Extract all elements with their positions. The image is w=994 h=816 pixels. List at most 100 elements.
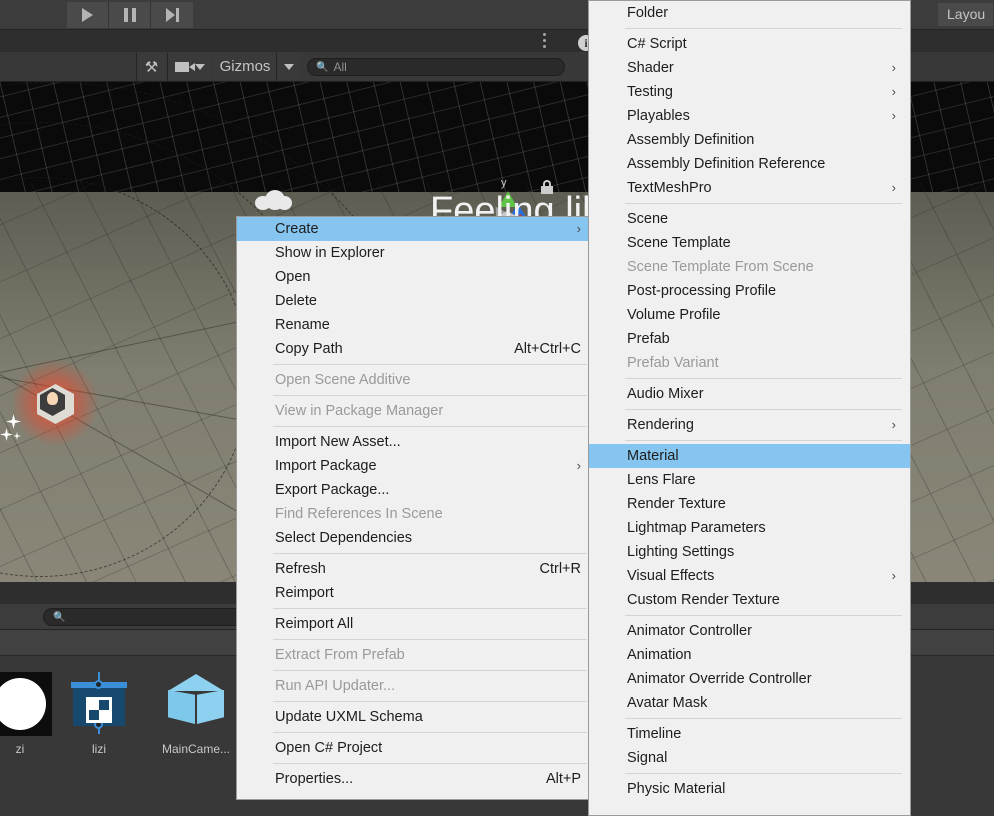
create-item-textmeshpro[interactable]: TextMeshPro › <box>589 176 910 200</box>
play-button[interactable] <box>67 2 109 28</box>
create-item-lighting-settings[interactable]: Lighting Settings <box>589 540 910 564</box>
list-item[interactable]: MainCame... <box>148 672 244 756</box>
create-item-playables[interactable]: Playables › <box>589 104 910 128</box>
menu-item-copy-path[interactable]: Copy Path Alt+Ctrl+C <box>237 337 595 361</box>
menu-item-delete[interactable]: Delete <box>237 289 595 313</box>
menu-item-reimport[interactable]: Reimport <box>237 581 595 605</box>
create-item-material[interactable]: Material <box>589 444 910 468</box>
chevron-down-icon <box>195 63 205 70</box>
create-item-assembly-definition[interactable]: Assembly Definition <box>589 128 910 152</box>
project-context-menu[interactable]: Create › Show in Explorer Open Delete Rename C… <box>236 216 596 800</box>
create-item-animation[interactable]: Animation <box>589 643 910 667</box>
create-item-post-processing-profile[interactable]: Post-processing Profile <box>589 279 910 303</box>
create-item-physic-material[interactable]: Physic Material <box>589 777 910 801</box>
create-item-audio-mixer[interactable]: Audio Mixer <box>589 382 910 406</box>
menu-item-create[interactable]: Create › <box>237 217 595 241</box>
chevron-right-icon: › <box>891 84 896 99</box>
create-item-visual-effects[interactable]: Visual Effects › <box>589 564 910 588</box>
menu-separator <box>273 670 587 671</box>
menu-item-import-package[interactable]: Import Package › <box>237 454 595 478</box>
menu-item-label: Post-processing Profile <box>627 283 777 299</box>
menu-item-show-in-explorer[interactable]: Show in Explorer <box>237 241 595 265</box>
create-item-render-texture[interactable]: Render Texture <box>589 492 910 516</box>
menu-item-label: Animator Controller <box>627 623 752 639</box>
menu-item-label: Scene Template From Scene <box>627 259 814 275</box>
menu-separator <box>625 773 902 774</box>
menu-item-label: Custom Render Texture <box>627 592 780 608</box>
create-item-prefab[interactable]: Prefab <box>589 327 910 351</box>
cloud-icon <box>255 190 293 212</box>
gizmos-button[interactable]: Gizmos <box>214 53 276 80</box>
menu-item-import-new-asset[interactable]: Import New Asset... <box>237 430 595 454</box>
menu-item-label: Open <box>275 269 311 285</box>
menu-item-label: Lens Flare <box>627 472 696 488</box>
create-item-scene-template[interactable]: Scene Template <box>589 231 910 255</box>
menu-item-label: Playables <box>627 108 690 124</box>
create-item-signal[interactable]: Signal <box>589 746 910 770</box>
search-icon: 🔍 <box>316 61 329 73</box>
create-item-c-script[interactable]: C# Script <box>589 32 910 56</box>
create-item-scene[interactable]: Scene <box>589 207 910 231</box>
menu-separator <box>273 732 587 733</box>
create-item-animator-controller[interactable]: Animator Controller <box>589 619 910 643</box>
menu-item-shortcut: Alt+P <box>545 771 581 787</box>
create-item-shader[interactable]: Shader › <box>589 56 910 80</box>
pause-icon <box>123 8 136 22</box>
menu-item-find-references-in-scene: Find References In Scene <box>237 502 595 526</box>
asset-label: lizi <box>92 742 106 756</box>
menu-item-export-package[interactable]: Export Package... <box>237 478 595 502</box>
menu-item-label: Assembly Definition Reference <box>627 156 826 172</box>
menu-item-label: Reimport All <box>275 616 354 632</box>
gizmos-dropdown-button[interactable] <box>277 53 301 80</box>
create-item-animator-override-controller[interactable]: Animator Override Controller <box>589 667 910 691</box>
layout-dropdown-button[interactable]: Layou <box>938 3 994 26</box>
create-item-rendering[interactable]: Rendering › <box>589 413 910 437</box>
create-submenu[interactable]: Folder C# Script Shader › Testing › Playables ›… <box>588 0 911 816</box>
menu-item-rename[interactable]: Rename <box>237 313 595 337</box>
scene-tools-button[interactable]: ⚒ <box>137 53 166 80</box>
menu-item-label: Shader <box>627 60 674 76</box>
menu-item-properties[interactable]: Properties... Alt+P <box>237 767 595 791</box>
menu-item-open[interactable]: Open <box>237 265 595 289</box>
menu-item-select-dependencies[interactable]: Select Dependencies <box>237 526 595 550</box>
create-item-testing[interactable]: Testing › <box>589 80 910 104</box>
create-item-lightmap-parameters[interactable]: Lightmap Parameters <box>589 516 910 540</box>
create-item-avatar-mask[interactable]: Avatar Mask <box>589 691 910 715</box>
chevron-right-icon: › <box>891 108 896 123</box>
pause-button[interactable] <box>109 2 151 28</box>
light-gizmo-icon[interactable] <box>10 360 100 446</box>
create-item-assembly-definition-reference[interactable]: Assembly Definition Reference <box>589 152 910 176</box>
menu-item-update-uxml-schema[interactable]: Update UXML Schema <box>237 705 595 729</box>
menu-item-label: Import New Asset... <box>275 434 401 450</box>
step-button[interactable] <box>151 2 193 28</box>
menu-item-label: Update UXML Schema <box>275 709 423 725</box>
create-item-custom-render-texture[interactable]: Custom Render Texture <box>589 588 910 612</box>
scene-search-input[interactable]: 🔍 All <box>307 58 565 76</box>
create-item-scene-template-from-scene: Scene Template From Scene <box>589 255 910 279</box>
menu-item-label: Create <box>275 221 319 237</box>
menu-separator <box>625 440 902 441</box>
menu-item-label: Timeline <box>627 726 682 742</box>
play-icon <box>82 8 93 22</box>
create-item-folder[interactable]: Folder <box>589 1 910 25</box>
menu-separator <box>625 718 902 719</box>
menu-item-open-c-project[interactable]: Open C# Project <box>237 736 595 760</box>
create-item-timeline[interactable]: Timeline <box>589 722 910 746</box>
scene-camera-icon <box>175 61 195 72</box>
create-item-volume-profile[interactable]: Volume Profile <box>589 303 910 327</box>
menu-item-reimport-all[interactable]: Reimport All <box>237 612 595 636</box>
scene-camera-button[interactable] <box>168 53 212 80</box>
menu-item-open-scene-additive: Open Scene Additive <box>237 368 595 392</box>
scene-search-placeholder: All <box>333 60 347 74</box>
menu-item-refresh[interactable]: Refresh Ctrl+R <box>237 557 595 581</box>
menu-item-label: Lighting Settings <box>627 544 735 560</box>
create-item-lens-flare[interactable]: Lens Flare <box>589 468 910 492</box>
menu-item-label: Open C# Project <box>275 740 383 756</box>
list-item[interactable]: lizi <box>51 672 147 756</box>
menu-item-label: Visual Effects <box>627 568 715 584</box>
chevron-right-icon: › <box>891 568 896 583</box>
menu-item-label: Volume Profile <box>627 307 721 323</box>
more-options-icon[interactable] <box>543 33 546 48</box>
search-icon: 🔍 <box>53 611 66 623</box>
chevron-right-icon: › <box>891 417 896 432</box>
